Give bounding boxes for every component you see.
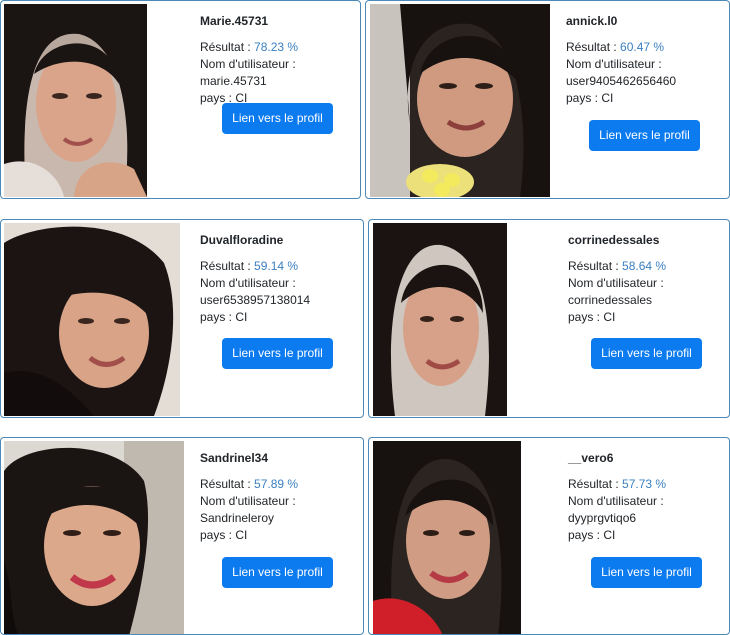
result-card: Marie.45731 Résultat : 78.23 % Nom d'uti…	[0, 0, 361, 199]
result-name: Duvalfloradine	[200, 233, 284, 247]
result-name: corrinedessales	[568, 233, 660, 247]
profile-link-button[interactable]: Lien vers le profil	[591, 557, 702, 588]
profile-photo	[4, 441, 184, 634]
country-row: pays : CI	[568, 310, 616, 324]
country-row: pays : CI	[200, 310, 248, 324]
score-value: 57.73 %	[622, 477, 667, 491]
profile-link-button[interactable]: Lien vers le profil	[222, 338, 333, 369]
result-name: Sandrinel34	[200, 451, 269, 465]
country-value: CI	[603, 528, 616, 542]
score-value: 59.14 %	[254, 259, 299, 273]
profile-photo	[373, 441, 521, 634]
username-label-row: Nom d'utilisateur :	[568, 494, 664, 508]
result-card: annick.l0 Résultat : 60.47 % Nom d'utili…	[365, 0, 730, 199]
profile-link-button[interactable]: Lien vers le profil	[589, 120, 700, 151]
username-label-row: Nom d'utilisateur :	[200, 494, 296, 508]
score-row: Résultat : 59.14 %	[200, 259, 299, 273]
username-value: user9405462656460	[566, 74, 677, 88]
profile-link-button[interactable]: Lien vers le profil	[222, 103, 333, 134]
result-card: __vero6 Résultat : 57.73 % Nom d'utilisa…	[368, 437, 730, 635]
profile-link-button[interactable]: Lien vers le profil	[591, 338, 702, 369]
score-row: Résultat : 78.23 %	[200, 40, 299, 54]
username-label-row: Nom d'utilisateur :	[200, 276, 296, 290]
profile-photo	[4, 4, 147, 197]
username-label-row: Nom d'utilisateur :	[566, 57, 662, 71]
result-name: __vero6	[568, 451, 614, 465]
username-value: corrinedessales	[568, 293, 653, 307]
country-row: pays : CI	[566, 91, 614, 105]
score-value: 60.47 %	[620, 40, 665, 54]
score-value: 58.64 %	[622, 259, 667, 273]
username-label-row: Nom d'utilisateur :	[568, 276, 664, 290]
username-value: user6538957138014	[200, 293, 311, 307]
result-name: annick.l0	[566, 14, 618, 28]
score-row: Résultat : 57.73 %	[568, 477, 667, 491]
profile-photo	[4, 223, 180, 416]
profile-link-button[interactable]: Lien vers le profil	[222, 557, 333, 588]
score-row: Résultat : 60.47 %	[566, 40, 665, 54]
result-card: corrinedessales Résultat : 58.64 % Nom d…	[368, 219, 730, 418]
country-value: CI	[235, 528, 248, 542]
profile-photo	[370, 4, 550, 197]
score-value: 78.23 %	[254, 40, 299, 54]
profile-photo	[373, 223, 507, 416]
country-value: CI	[603, 310, 616, 324]
score-row: Résultat : 57.89 %	[200, 477, 299, 491]
username-row: Nom d'utilisateur : marie.45731	[200, 57, 296, 88]
username-value: Sandrineleroy	[200, 511, 275, 525]
username-value: marie.45731	[200, 74, 267, 88]
country-row: pays : CI	[200, 528, 248, 542]
country-row: pays : CI	[568, 528, 616, 542]
country-value: CI	[601, 91, 614, 105]
result-card: Duvalfloradine Résultat : 59.14 % Nom d'…	[0, 219, 364, 418]
country-value: CI	[235, 310, 248, 324]
username-value: dyyprgvtiqo6	[568, 511, 637, 525]
score-value: 57.89 %	[254, 477, 299, 491]
result-card: Sandrinel34 Résultat : 57.89 % Nom d'uti…	[0, 437, 364, 635]
result-name: Marie.45731	[200, 14, 269, 28]
score-row: Résultat : 58.64 %	[568, 259, 667, 273]
